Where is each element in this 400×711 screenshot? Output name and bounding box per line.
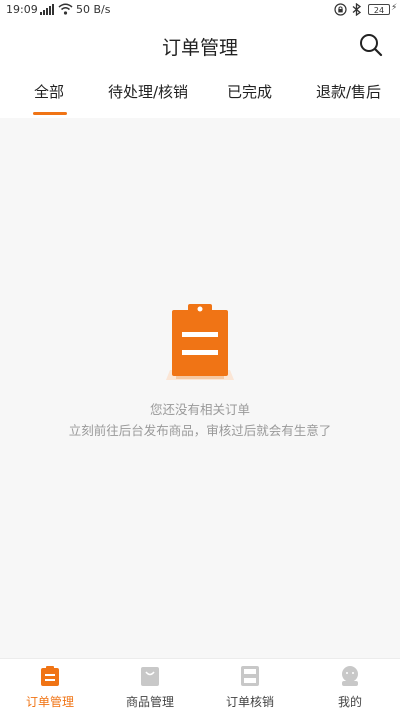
search-icon [360, 34, 383, 57]
nav-mine[interactable]: 我的 [300, 659, 400, 711]
battery-indicator: 24 [368, 4, 390, 15]
nav-label: 我的 [337, 695, 362, 709]
lock-icon [334, 3, 347, 19]
empty-message-title: 您还没有相关订单 [149, 402, 250, 417]
charging-icon: ⚡ [391, 3, 398, 13]
empty-message-hint: 立刻前往后台发布商品，审核过后就会有生意了 [68, 423, 332, 438]
net-speed: 50 B/s [76, 3, 111, 16]
bluetooth-icon [351, 2, 363, 19]
tab-pending[interactable]: 待处理/核销 [108, 81, 188, 102]
page-title: 订单管理 [161, 37, 238, 59]
tab-refund[interactable]: 退款/售后 [316, 81, 381, 102]
empty-clipboard-icon [166, 304, 234, 380]
nav-product-management[interactable]: 商品管理 [100, 659, 200, 711]
nav-label: 商品管理 [125, 695, 174, 709]
wifi-icon [58, 3, 73, 18]
clipboard-icon [41, 666, 59, 686]
nav-label: 订单核销 [225, 695, 274, 709]
screen: 19:09 50 B/s 24 ⚡ 订单管理 全部 待处理/核销 已完成 退款/… [0, 0, 400, 711]
order-tabs: 全部 待处理/核销 已完成 退款/售后 [0, 68, 400, 118]
scan-icon [241, 666, 259, 686]
nav-label: 订单管理 [25, 695, 74, 709]
bag-icon [141, 667, 159, 686]
nav-order-management[interactable]: 订单管理 [0, 659, 100, 711]
app-header: 订单管理 [0, 22, 400, 68]
nav-order-verification[interactable]: 订单核销 [200, 659, 300, 711]
status-bar: 19:09 50 B/s 24 ⚡ [0, 0, 400, 22]
search-button[interactable] [358, 32, 384, 58]
bottom-nav: 订单管理 商品管理 订单核销 我的 [0, 658, 400, 711]
signal-icon [40, 4, 56, 18]
status-time: 19:09 [6, 3, 38, 16]
tab-all[interactable]: 全部 [34, 81, 64, 102]
active-tab-indicator [33, 112, 67, 115]
empty-orders-illustration [160, 300, 240, 388]
tab-completed[interactable]: 已完成 [227, 81, 272, 102]
user-icon [342, 666, 358, 686]
